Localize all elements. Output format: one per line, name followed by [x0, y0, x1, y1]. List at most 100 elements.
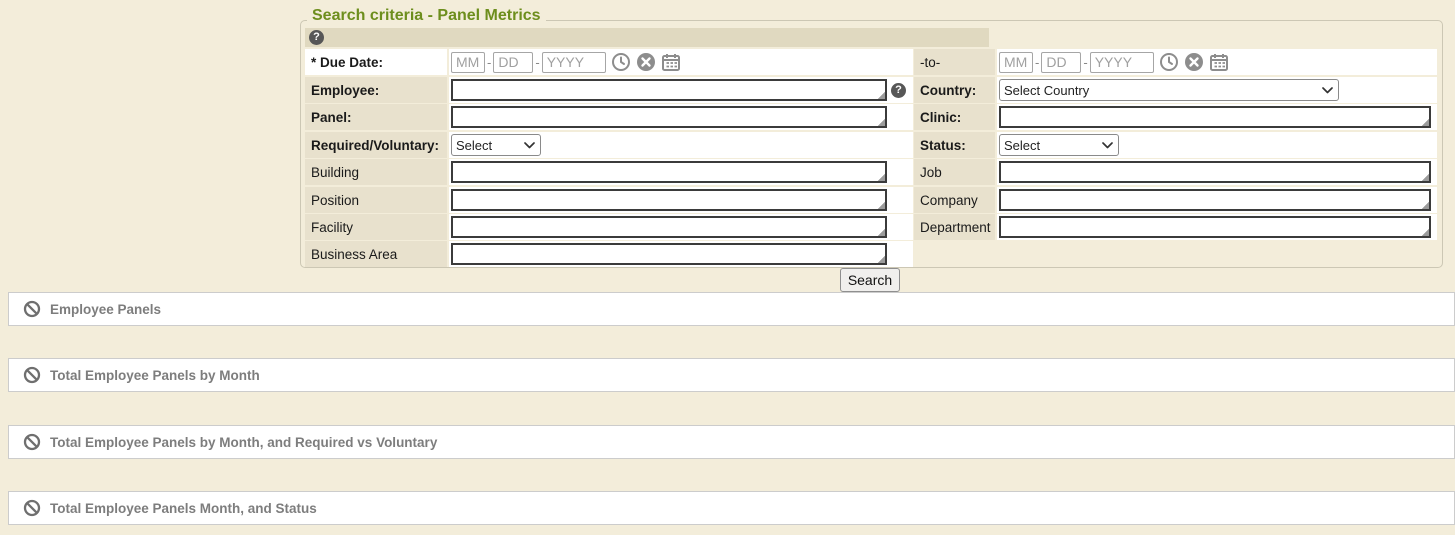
department-input[interactable] [999, 216, 1431, 238]
building-input[interactable] [451, 161, 887, 183]
required-voluntary-select-cell: Select [449, 132, 913, 158]
required-voluntary-label-cell: Required/Voluntary: [305, 132, 447, 158]
job-input[interactable] [999, 161, 1431, 183]
company-input-cell [997, 187, 1437, 213]
country-label-cell: Country: [914, 77, 995, 103]
clock-icon[interactable] [1159, 52, 1179, 72]
panel-total-month-status[interactable]: Total Employee Panels Month, and Status [8, 491, 1455, 525]
due-date-to-dd-input[interactable] [1041, 52, 1081, 73]
country-label: Country: [920, 83, 976, 98]
date-separator: - [535, 55, 539, 70]
form-row-position: Position Company [305, 187, 1437, 213]
clock-icon[interactable] [611, 52, 631, 72]
facility-input[interactable] [451, 216, 887, 238]
facility-label-cell: Facility [305, 214, 447, 240]
facility-label: Facility [311, 220, 353, 235]
department-label: Department [920, 220, 991, 235]
clinic-input[interactable] [999, 106, 1431, 128]
form-row-panel: Panel: Clinic: [305, 104, 1437, 130]
due-date-label: * Due Date: [311, 55, 383, 70]
form-row-required-voluntary: Required/Voluntary: Select Status: Selec… [305, 132, 1437, 158]
date-separator: - [487, 55, 491, 70]
no-entry-icon [23, 300, 41, 318]
clear-date-icon[interactable] [1184, 52, 1204, 72]
required-voluntary-select[interactable]: Select [451, 134, 541, 156]
panel-input[interactable] [451, 106, 887, 128]
date-separator: - [1083, 55, 1087, 70]
form-title: Search criteria - Panel Metrics [307, 7, 546, 25]
no-entry-icon [23, 366, 41, 384]
panel-total-by-month[interactable]: Total Employee Panels by Month [8, 358, 1455, 392]
panel-title: Total Employee Panels Month, and Status [50, 501, 317, 516]
company-label-cell: Company [914, 187, 995, 213]
company-label: Company [920, 193, 978, 208]
help-icon[interactable]: ? [309, 30, 324, 45]
to-label-cell: -to- [914, 49, 995, 75]
date-separator: - [1035, 55, 1039, 70]
due-date-from-mm-input[interactable] [451, 52, 485, 73]
position-input[interactable] [451, 189, 887, 211]
due-date-from-cell: - - [449, 49, 913, 75]
form-row-employee: Employee: ? Country: Select Country [305, 77, 1437, 103]
calendar-icon[interactable] [661, 52, 681, 72]
business-area-label-cell: Business Area [305, 241, 447, 267]
form-row-building: Building Job [305, 159, 1437, 185]
employee-label: Employee: [311, 83, 379, 98]
panel-input-cell [449, 104, 913, 130]
due-date-to-mm-input[interactable] [999, 52, 1033, 73]
position-label: Position [311, 193, 359, 208]
form-row-business-area: Business Area [305, 241, 1437, 267]
search-button[interactable]: Search [840, 268, 900, 292]
clinic-label: Clinic: [920, 110, 961, 125]
required-voluntary-label: Required/Voluntary: [311, 138, 439, 153]
country-select-cell: Select Country [997, 77, 1437, 103]
no-entry-icon [23, 433, 41, 451]
status-label-cell: Status: [914, 132, 995, 158]
panel-employee-panels[interactable]: Employee Panels [8, 292, 1455, 326]
clinic-label-cell: Clinic: [914, 104, 995, 130]
clear-date-icon[interactable] [636, 52, 656, 72]
business-area-input-cell [449, 241, 913, 267]
due-date-from-yyyy-input[interactable] [542, 52, 606, 73]
status-select-wrap: Select [999, 134, 1119, 156]
due-date-from-group: - - [451, 52, 681, 73]
country-select-wrap: Select Country [999, 79, 1339, 101]
due-date-from-dd-input[interactable] [493, 52, 533, 73]
panel-title: Total Employee Panels by Month, and Requ… [50, 435, 437, 450]
building-input-cell [449, 159, 913, 185]
status-select[interactable]: Select [999, 134, 1119, 156]
required-voluntary-select-wrap: Select [451, 134, 541, 156]
due-date-to-group: - - [999, 52, 1229, 73]
employee-help-icon[interactable]: ? [891, 83, 906, 98]
calendar-icon[interactable] [1209, 52, 1229, 72]
building-label: Building [311, 165, 359, 180]
building-label-cell: Building [305, 159, 447, 185]
position-label-cell: Position [305, 187, 447, 213]
business-area-label: Business Area [311, 247, 397, 262]
clinic-input-cell [997, 104, 1437, 130]
form-row-facility: Facility Department [305, 214, 1437, 240]
no-entry-icon [23, 499, 41, 517]
panel-total-by-month-required-voluntary[interactable]: Total Employee Panels by Month, and Requ… [8, 425, 1455, 459]
department-label-cell: Department [914, 214, 995, 240]
job-label-cell: Job [914, 159, 995, 185]
company-input[interactable] [999, 189, 1431, 211]
department-input-cell [997, 214, 1437, 240]
due-date-label-cell: * Due Date: [305, 49, 447, 75]
panel-label-cell: Panel: [305, 104, 447, 130]
employee-input[interactable] [451, 79, 887, 101]
due-date-to-cell: - - [997, 49, 1437, 75]
country-select[interactable]: Select Country [999, 79, 1339, 101]
help-bar: ? [305, 28, 989, 47]
due-date-to-yyyy-input[interactable] [1090, 52, 1154, 73]
status-select-cell: Select [997, 132, 1437, 158]
form-row-due-date: * Due Date: - - -to- [305, 49, 1437, 75]
panel-label: Panel: [311, 110, 352, 125]
employee-label-cell: Employee: [305, 77, 447, 103]
position-input-cell [449, 187, 913, 213]
facility-input-cell [449, 214, 913, 240]
to-label: -to- [920, 55, 940, 70]
job-label: Job [920, 165, 942, 180]
business-area-input[interactable] [451, 243, 887, 265]
page: Search criteria - Panel Metrics ? * Due … [0, 0, 1455, 535]
